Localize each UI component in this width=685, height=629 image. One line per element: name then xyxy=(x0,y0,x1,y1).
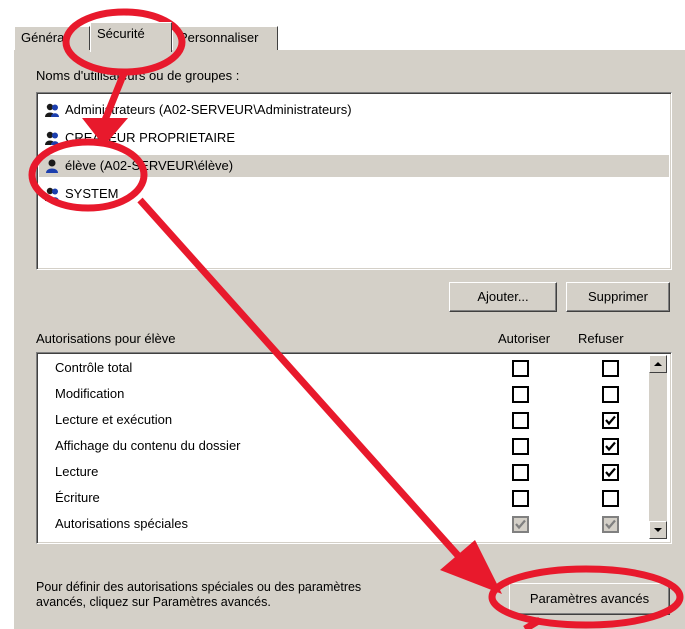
group-icon xyxy=(45,103,59,117)
deny-checkbox xyxy=(602,516,619,533)
users-section-label: Noms d'utilisateurs ou de groupes : xyxy=(36,68,240,83)
permission-name: Lecture et exécution xyxy=(55,412,173,427)
scroll-down-button[interactable] xyxy=(649,521,667,539)
scroll-up-button[interactable] xyxy=(649,355,667,373)
user-row-system[interactable]: SYSTEM xyxy=(39,183,669,205)
permissions-scrollbar[interactable] xyxy=(649,355,667,539)
permission-name: Contrôle total xyxy=(55,360,133,375)
permission-row: Affichage du contenu du dossier xyxy=(37,433,647,459)
group-icon xyxy=(45,187,59,201)
arrow-down-icon xyxy=(654,528,662,532)
remove-button[interactable]: Supprimer xyxy=(566,282,670,312)
tab-strip: Général Sécurité Personnaliser xyxy=(14,22,685,52)
deny-checkbox[interactable] xyxy=(602,490,619,507)
permission-name: Modification xyxy=(55,386,125,401)
tab-general-label: Général xyxy=(21,30,68,45)
user-row-administrateurs[interactable]: Administrateurs (A02-SERVEUR\Administrat… xyxy=(39,99,669,121)
permission-name: Autorisations spéciales xyxy=(55,516,188,531)
footer-text-line2: avancés, cliquez sur Paramètres avancés. xyxy=(36,595,271,609)
user-name: élève (A02-SERVEUR\élève) xyxy=(65,158,234,173)
user-name: Administrateurs (A02-SERVEUR\Administrat… xyxy=(65,102,352,117)
deny-checkbox[interactable] xyxy=(602,464,619,481)
deny-checkbox[interactable] xyxy=(602,386,619,403)
user-name: SYSTEM xyxy=(65,186,119,201)
allow-checkbox[interactable] xyxy=(512,490,529,507)
permission-row: Lecture et exécution xyxy=(37,407,647,433)
allow-checkbox[interactable] xyxy=(512,412,529,429)
deny-column-header: Refuser xyxy=(578,331,624,346)
user-row-createur[interactable]: CREATEUR PROPRIETAIRE xyxy=(39,127,669,149)
permission-row: Modification xyxy=(37,381,647,407)
allow-column-header: Autoriser xyxy=(498,331,551,346)
tab-security-label: Sécurité xyxy=(97,26,145,41)
add-button[interactable]: Ajouter... xyxy=(449,282,557,312)
permission-name: Affichage du contenu du dossier xyxy=(55,438,241,453)
permission-row: Autorisations spéciales xyxy=(37,511,647,537)
allow-checkbox[interactable] xyxy=(512,438,529,455)
deny-checkbox[interactable] xyxy=(602,438,619,455)
tab-customize[interactable]: Personnaliser xyxy=(172,26,278,50)
tab-customize-label: Personnaliser xyxy=(179,30,259,45)
allow-checkbox[interactable] xyxy=(512,464,529,481)
tab-general[interactable]: Général xyxy=(14,26,90,50)
permission-name: Écriture xyxy=(55,490,100,505)
deny-checkbox[interactable] xyxy=(602,360,619,377)
permission-row: Contrôle total xyxy=(37,355,647,381)
deny-checkbox[interactable] xyxy=(602,412,619,429)
allow-checkbox[interactable] xyxy=(512,360,529,377)
advanced-settings-button[interactable]: Paramètres avancés xyxy=(509,583,670,615)
group-icon xyxy=(45,131,59,145)
permission-name: Lecture xyxy=(55,464,99,479)
permission-row: Écriture xyxy=(37,485,647,511)
permission-row: Lecture xyxy=(37,459,647,485)
permissions-list: Contrôle total Modification Lecture et exé… xyxy=(36,352,672,544)
permissions-label: Autorisations pour élève xyxy=(36,331,176,346)
allow-checkbox xyxy=(512,516,529,533)
footer-text: Pour définir des autorisations spéciales… xyxy=(36,580,361,610)
user-icon xyxy=(46,159,58,173)
footer-text-line1: Pour définir des autorisations spéciales… xyxy=(36,580,362,594)
allow-checkbox[interactable] xyxy=(512,386,529,403)
user-name: CREATEUR PROPRIETAIRE xyxy=(65,130,235,145)
arrow-up-icon xyxy=(654,362,662,366)
users-list[interactable]: Administrateurs (A02-SERVEUR\Administrat… xyxy=(36,92,672,270)
tab-security[interactable]: Sécurité xyxy=(90,22,172,52)
user-row-eleve[interactable]: élève (A02-SERVEUR\élève) xyxy=(39,155,669,177)
